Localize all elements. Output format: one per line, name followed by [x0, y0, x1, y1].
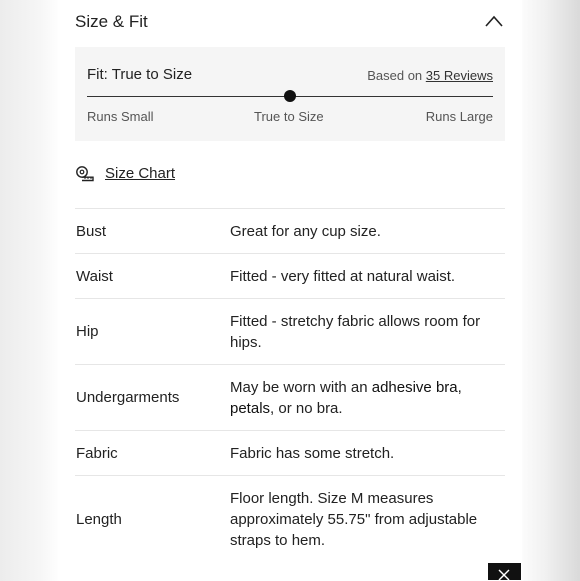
spec-value-text: ,	[457, 378, 462, 396]
spec-value: Fitted - very fitted at natural waist.	[230, 267, 456, 285]
spec-key: Hip	[76, 323, 99, 340]
spec-key: Waist	[76, 267, 113, 285]
spec-value-text: May be worn with an	[230, 378, 372, 396]
table-row: Length Floor length. Size M measures app…	[75, 475, 505, 562]
table-row: Undergarments May be worn with an adhesi…	[75, 364, 505, 430]
fit-scale-indicator	[284, 90, 296, 102]
fit-title: Fit: True to Size	[87, 66, 193, 83]
table-row: Bust Great for any cup size.	[75, 208, 505, 253]
size-chart-link[interactable]: Size Chart	[105, 165, 175, 182]
spec-key: Fabric	[76, 444, 118, 462]
spec-table: Bust Great for any cup size. Waist Fitte…	[75, 208, 505, 562]
spec-value: Fabric has some stretch.	[230, 444, 395, 462]
fit-summary: Fit: True to Size Based on 35 Reviews Ru…	[75, 47, 505, 141]
reviews-link[interactable]: 35 Reviews	[426, 68, 493, 83]
table-row: Waist Fitted - very fitted at natural wa…	[75, 253, 505, 298]
size-fit-header[interactable]: Size & Fit	[75, 0, 505, 46]
measuring-tape-icon	[76, 166, 94, 182]
table-row: Fabric Fabric has some stretch.	[75, 430, 505, 475]
close-button[interactable]	[488, 563, 521, 581]
spec-key: Bust	[76, 222, 107, 240]
spec-value: Great for any cup size.	[230, 222, 381, 240]
spec-key: Length	[76, 510, 122, 528]
reviews-summary: Based on 35 Reviews	[367, 68, 493, 83]
scale-label-runs-large: Runs Large	[425, 109, 493, 124]
scale-label-runs-small: Runs Small	[87, 109, 154, 124]
table-row: Hip Fitted - stretchy fabric allows room…	[75, 298, 505, 364]
based-on-label: Based on	[367, 68, 423, 83]
spec-value: Floor length. Size M measures approximat…	[230, 489, 478, 549]
close-icon	[498, 569, 510, 581]
section-title: Size & Fit	[75, 12, 148, 31]
chevron-up-icon[interactable]	[485, 15, 503, 27]
size-chart-link-row[interactable]: Size Chart	[75, 163, 275, 185]
spec-value-text: , or no bra.	[270, 399, 343, 417]
adhesive-bra-text: adhesive bra	[371, 378, 458, 396]
petals-text: petals	[230, 399, 271, 417]
spec-value: May be worn with an adhesive bra, petals…	[230, 377, 500, 419]
spec-value: Fitted - stretchy fabric allows room for…	[230, 312, 481, 351]
scale-label-true-to-size: True to Size	[254, 109, 324, 124]
spec-key: Undergarments	[76, 389, 180, 406]
